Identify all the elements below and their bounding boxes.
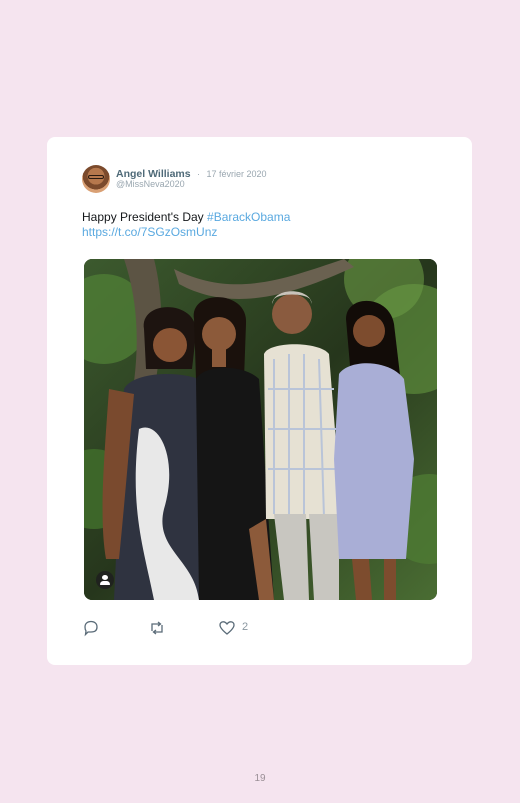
family-photo [84,259,437,600]
hashtag-link[interactable]: #BarackObama [207,210,290,224]
avatar-glasses [88,175,104,179]
tweet-date[interactable]: 17 février 2020 [207,169,267,179]
reply-button[interactable] [82,619,100,637]
like-count: 2 [242,621,249,633]
author-avatar[interactable] [82,165,110,193]
retweet-button[interactable] [148,619,166,637]
reply-icon [84,620,98,637]
tweet-url-link[interactable]: https://t.co/7SGzOsmUnz [82,225,442,240]
tweet-text: Happy President's Day #BarackObama https… [82,210,442,240]
page-number: 19 [254,773,266,784]
person-tag-icon[interactable] [96,571,114,589]
tweet-card: Angel Williams · 17 février 2020 @MissNe… [47,137,472,665]
retweet-icon [151,621,163,635]
heart-icon [219,621,235,635]
author-handle[interactable]: @MissNeva2020 [116,179,185,189]
tweet-photo[interactable] [84,259,437,600]
meta-separator: · [197,169,201,179]
tweet-body: Happy President's Day [82,210,208,224]
like-button[interactable] [218,619,236,637]
